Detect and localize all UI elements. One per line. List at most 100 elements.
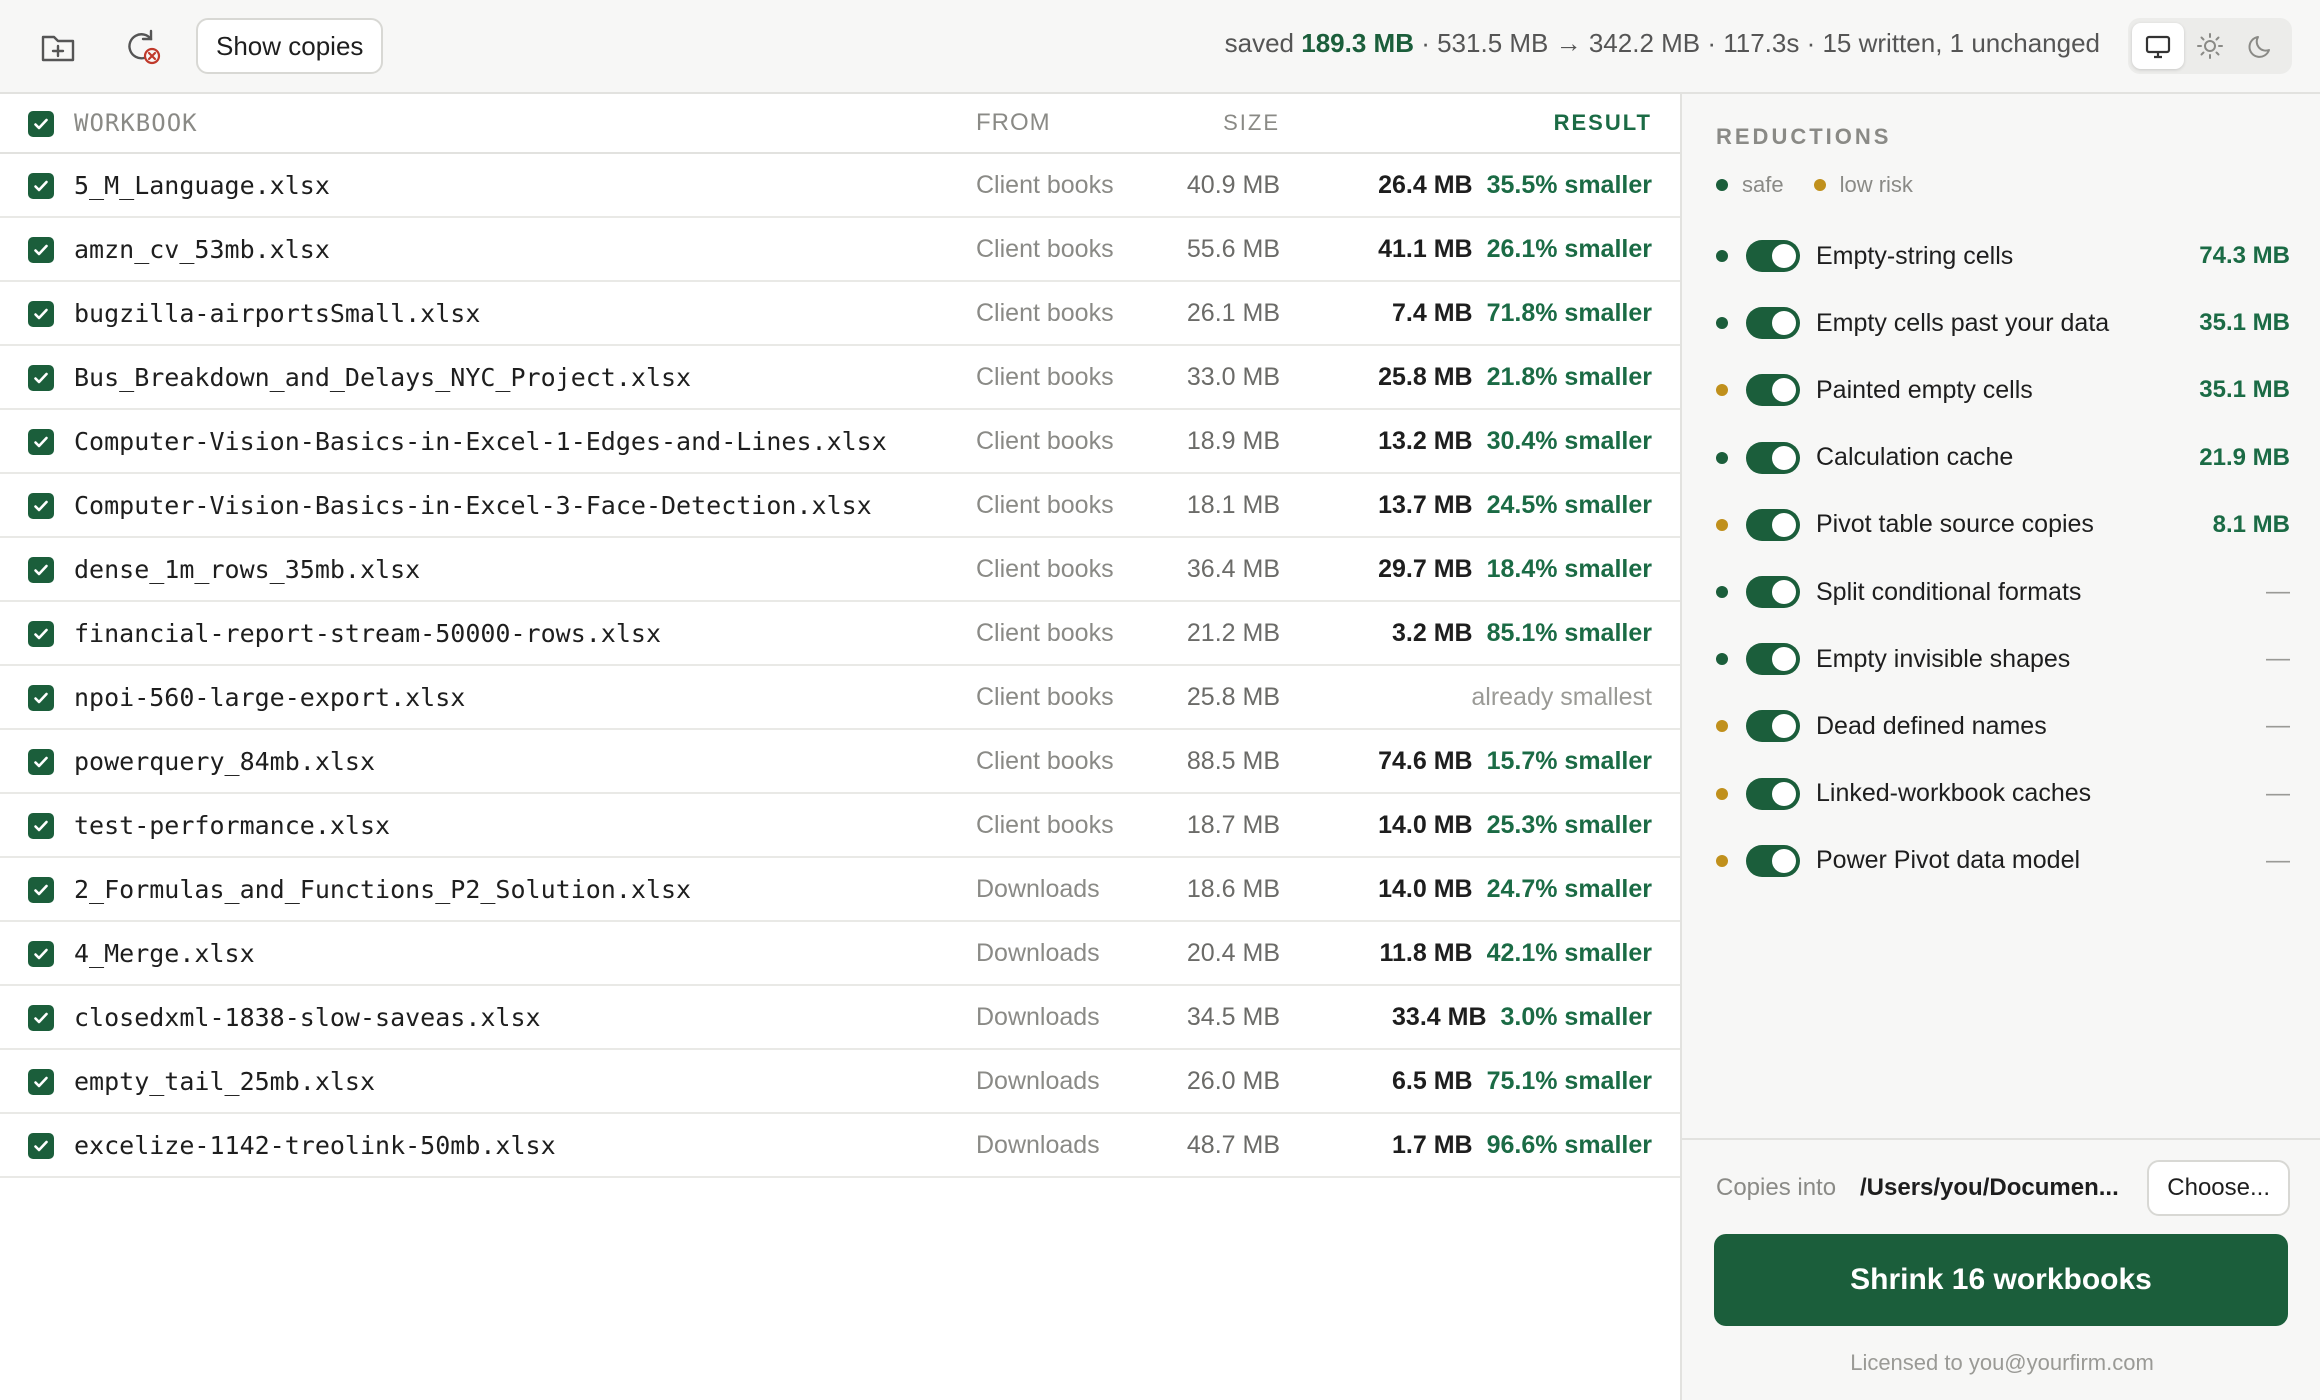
workbook-table: WORKBOOK FROM SIZE RESULT 5_M_Language.x… bbox=[0, 94, 1680, 1400]
reduction-toggle[interactable] bbox=[1746, 643, 1800, 676]
reduction-label: Empty cells past your data bbox=[1816, 308, 2110, 337]
refresh-clear-icon[interactable] bbox=[118, 22, 166, 70]
row-checkbox[interactable] bbox=[28, 1005, 54, 1031]
reduction-toggle[interactable] bbox=[1746, 777, 1800, 810]
workbook-size: 55.6 MB bbox=[1186, 234, 1280, 263]
select-all-checkbox[interactable] bbox=[28, 111, 54, 137]
check-icon bbox=[34, 118, 48, 130]
saved-value: 189.3 MB bbox=[1301, 28, 1414, 58]
row-checkbox[interactable] bbox=[28, 749, 54, 775]
workbook-name: npoi-560-large-export.xlsx bbox=[74, 682, 466, 712]
reduction-toggle[interactable] bbox=[1746, 441, 1800, 474]
check-icon bbox=[34, 628, 48, 640]
table-row[interactable]: dense_1m_rows_35mb.xlsx Client books 36.4 … bbox=[0, 538, 1680, 602]
table-row[interactable]: 5_M_Language.xlsx Client books 40.9 MB 26.4… bbox=[0, 154, 1680, 218]
safe-dot-icon bbox=[1716, 250, 1728, 262]
check-icon bbox=[34, 372, 48, 384]
reduction-row: Calculation cache 21.9 MB bbox=[1716, 433, 2290, 483]
reduction-label: Painted empty cells bbox=[1816, 375, 2033, 404]
table-row[interactable]: empty_tail_25mb.xlsx Downloads 26.0 MB 6.5 … bbox=[0, 1050, 1680, 1114]
header-workbook[interactable]: WORKBOOK bbox=[74, 94, 198, 152]
workbook-size: 40.9 MB bbox=[1186, 170, 1280, 199]
row-checkbox[interactable] bbox=[28, 685, 54, 711]
row-checkbox[interactable] bbox=[28, 557, 54, 583]
workbook-result: 3.2 MB 85.1% smaller bbox=[1392, 602, 1652, 664]
row-checkbox[interactable] bbox=[28, 429, 54, 455]
row-checkbox[interactable] bbox=[28, 237, 54, 263]
reduction-toggle[interactable] bbox=[1746, 240, 1800, 272]
stats-detail: · 531.5 MB → 342.2 MB · 117.3s · 15 writ… bbox=[1421, 28, 2100, 58]
table-row[interactable]: npoi-560-large-export.xlsx Client books 25… bbox=[0, 666, 1680, 730]
header-result[interactable]: RESULT bbox=[1554, 94, 1652, 152]
show-copies-button[interactable]: Show copies bbox=[196, 18, 384, 74]
workbook-size: 20.4 MB bbox=[1186, 938, 1280, 967]
reduction-toggle[interactable] bbox=[1746, 508, 1800, 541]
row-checkbox[interactable] bbox=[28, 365, 54, 391]
workbook-source: Client books bbox=[976, 170, 1114, 199]
choose-folder-button[interactable]: Choose... bbox=[2147, 1160, 2290, 1216]
theme-system-button[interactable] bbox=[2132, 23, 2184, 69]
reduction-label: Calculation cache bbox=[1816, 443, 2014, 472]
row-checkbox[interactable] bbox=[28, 621, 54, 647]
theme-dark-button[interactable] bbox=[2236, 23, 2288, 69]
reduction-label: Empty invisible shapes bbox=[1816, 644, 2071, 673]
workbook-name: 4_Merge.xlsx bbox=[74, 938, 255, 968]
table-row[interactable]: excelize-1142-treolink-50mb.xlsx Download… bbox=[0, 1114, 1680, 1178]
workbook-name: amzn_cv_53mb.xlsx bbox=[74, 234, 330, 264]
theme-light-button[interactable] bbox=[2184, 23, 2236, 69]
reduction-toggle[interactable] bbox=[1746, 576, 1800, 608]
reduction-label: Split conditional formats bbox=[1816, 577, 2082, 606]
check-icon bbox=[34, 1076, 48, 1088]
table-row[interactable]: amzn_cv_53mb.xlsx Client books 55.6 MB 41.1… bbox=[0, 218, 1680, 282]
row-checkbox[interactable] bbox=[28, 877, 54, 903]
result-percent: 85.1% smaller bbox=[1486, 618, 1652, 647]
workbook-size: 18.7 MB bbox=[1186, 810, 1280, 839]
workbook-result: 13.2 MB 30.4% smaller bbox=[1378, 410, 1652, 472]
row-checkbox[interactable] bbox=[28, 1069, 54, 1095]
row-checkbox[interactable] bbox=[28, 301, 54, 327]
shrink-workbooks-button[interactable]: Shrink 16 workbooks bbox=[1714, 1234, 2288, 1326]
check-icon bbox=[34, 692, 48, 704]
table-row[interactable]: Computer-Vision-Basics-in-Excel-3-Face-D… bbox=[0, 474, 1680, 538]
header-from[interactable]: FROM bbox=[976, 94, 1051, 152]
result-percent: 15.7% smaller bbox=[1486, 746, 1652, 775]
table-row[interactable]: financial-report-stream-50000-rows.xlsx C… bbox=[0, 602, 1680, 666]
reduction-toggle[interactable] bbox=[1746, 374, 1800, 407]
workbook-result: 26.4 MB 35.5% smaller bbox=[1378, 154, 1652, 216]
table-row[interactable]: test-performance.xlsx Client books 18.7 MB… bbox=[0, 794, 1680, 858]
row-checkbox[interactable] bbox=[28, 1133, 54, 1159]
row-checkbox[interactable] bbox=[28, 941, 54, 967]
table-row[interactable]: 4_Merge.xlsx Downloads 20.4 MB 11.8 MB 42.1%… bbox=[0, 922, 1680, 986]
table-header: WORKBOOK FROM SIZE RESULT bbox=[0, 94, 1680, 154]
workbook-source: Downloads bbox=[976, 1066, 1100, 1095]
toggle-knob bbox=[1772, 445, 1796, 470]
result-percent: 24.5% smaller bbox=[1486, 490, 1652, 519]
table-row[interactable]: bugzilla-airportsSmall.xlsx Client books 2… bbox=[0, 282, 1680, 346]
table-row[interactable]: 2_Formulas_and_Functions_P2_Solution.xls… bbox=[0, 858, 1680, 922]
add-folder-icon[interactable] bbox=[34, 22, 82, 70]
result-size: 25.8 MB bbox=[1378, 362, 1473, 391]
table-row[interactable]: Bus_Breakdown_and_Delays_NYC_Project.xls… bbox=[0, 346, 1680, 410]
toggle-knob bbox=[1772, 244, 1796, 268]
reduction-toggle[interactable] bbox=[1746, 844, 1800, 877]
toggle-knob bbox=[1772, 311, 1796, 336]
reduction-savings: 35.1 MB bbox=[2199, 376, 2290, 404]
result-size: 14.0 MB bbox=[1378, 874, 1473, 903]
workbook-size: 33.0 MB bbox=[1186, 362, 1280, 391]
workbook-size: 18.1 MB bbox=[1186, 490, 1280, 519]
reduction-toggle[interactable] bbox=[1746, 307, 1800, 340]
workbook-name: 2_Formulas_and_Functions_P2_Solution.xls… bbox=[74, 874, 692, 904]
row-checkbox[interactable] bbox=[28, 173, 54, 199]
row-checkbox[interactable] bbox=[28, 493, 54, 519]
result-size: 33.4 MB bbox=[1392, 1002, 1487, 1031]
reduction-toggle[interactable] bbox=[1746, 710, 1800, 743]
result-percent: 96.6% smaller bbox=[1486, 1130, 1652, 1159]
workbook-source: Downloads bbox=[976, 1130, 1100, 1159]
table-row[interactable]: powerquery_84mb.xlsx Client books 88.5 MB 7… bbox=[0, 730, 1680, 794]
result-percent: 75.1% smaller bbox=[1486, 1066, 1652, 1095]
result-percent: 42.1% smaller bbox=[1486, 938, 1652, 967]
row-checkbox[interactable] bbox=[28, 813, 54, 839]
header-size[interactable]: SIZE bbox=[1223, 94, 1280, 152]
table-row[interactable]: Computer-Vision-Basics-in-Excel-1-Edges-… bbox=[0, 410, 1680, 474]
table-row[interactable]: closedxml-1838-slow-saveas.xlsx Downloads… bbox=[0, 986, 1680, 1050]
